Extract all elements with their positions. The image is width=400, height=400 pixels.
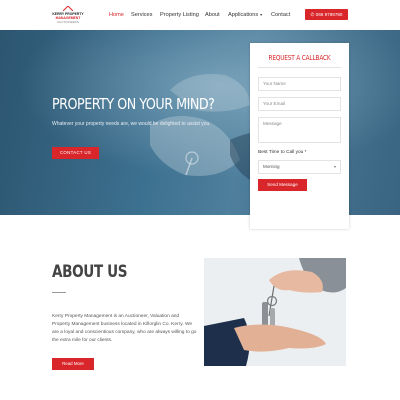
logo[interactable]: KERRY PROPERTY MANAGEMENT AUCTIONEERS — [48, 6, 88, 26]
keys-handover-image — [204, 258, 346, 366]
name-field[interactable]: Your Name — [258, 77, 341, 91]
read-more-button[interactable]: Read More — [52, 358, 94, 370]
nav-item-contact[interactable]: Contact — [271, 11, 290, 19]
nav-item-applications[interactable]: Applications ▾ — [228, 11, 262, 19]
phone-button[interactable]: ✆ 066 9789780 — [305, 9, 348, 20]
callback-form: REQUEST A CALLBACK Your Name Your Email … — [250, 43, 349, 229]
chevron-down-icon: ▾ — [333, 164, 336, 169]
best-time-select[interactable]: Morning ▾ — [258, 160, 341, 174]
hero-subtitle: Whatever your property needs are, we wou… — [52, 121, 211, 127]
nav-item-about[interactable]: About — [205, 11, 220, 19]
callback-form-title: REQUEST A CALLBACK — [268, 53, 331, 62]
about-title: ABOUT US — [52, 262, 128, 282]
hero-title: PROPERTY ON YOUR MIND? — [52, 95, 215, 113]
contact-us-button[interactable]: CONTACT US — [52, 147, 99, 159]
email-field[interactable]: Your Email — [258, 97, 341, 111]
nav-item-applications-label: Applications — [228, 12, 259, 18]
keys-handover-illustration — [204, 258, 346, 366]
house-logo-icon — [63, 6, 73, 11]
divider — [258, 67, 341, 68]
send-message-button[interactable]: Send Message — [258, 179, 307, 191]
message-field[interactable]: Message — [258, 117, 341, 143]
nav-item-home[interactable]: Home — [109, 11, 124, 19]
best-time-selected-value: Morning — [263, 164, 280, 169]
chevron-down-icon: ▾ — [260, 12, 263, 17]
site-header: KERRY PROPERTY MANAGEMENT AUCTIONEERS Ho… — [0, 0, 400, 30]
nav-item-property-listing[interactable]: Property Listing — [160, 11, 199, 19]
phone-number: 066 9789780 — [315, 12, 343, 17]
divider — [52, 292, 66, 293]
about-body: Kerry Property Management is an Auctione… — [52, 314, 197, 343]
logo-line-3: AUCTIONEERS — [57, 20, 79, 24]
best-time-label: Best Time to Call you * — [258, 150, 307, 155]
nav-item-services[interactable]: Services — [131, 11, 152, 19]
phone-icon: ✆ — [310, 12, 315, 17]
